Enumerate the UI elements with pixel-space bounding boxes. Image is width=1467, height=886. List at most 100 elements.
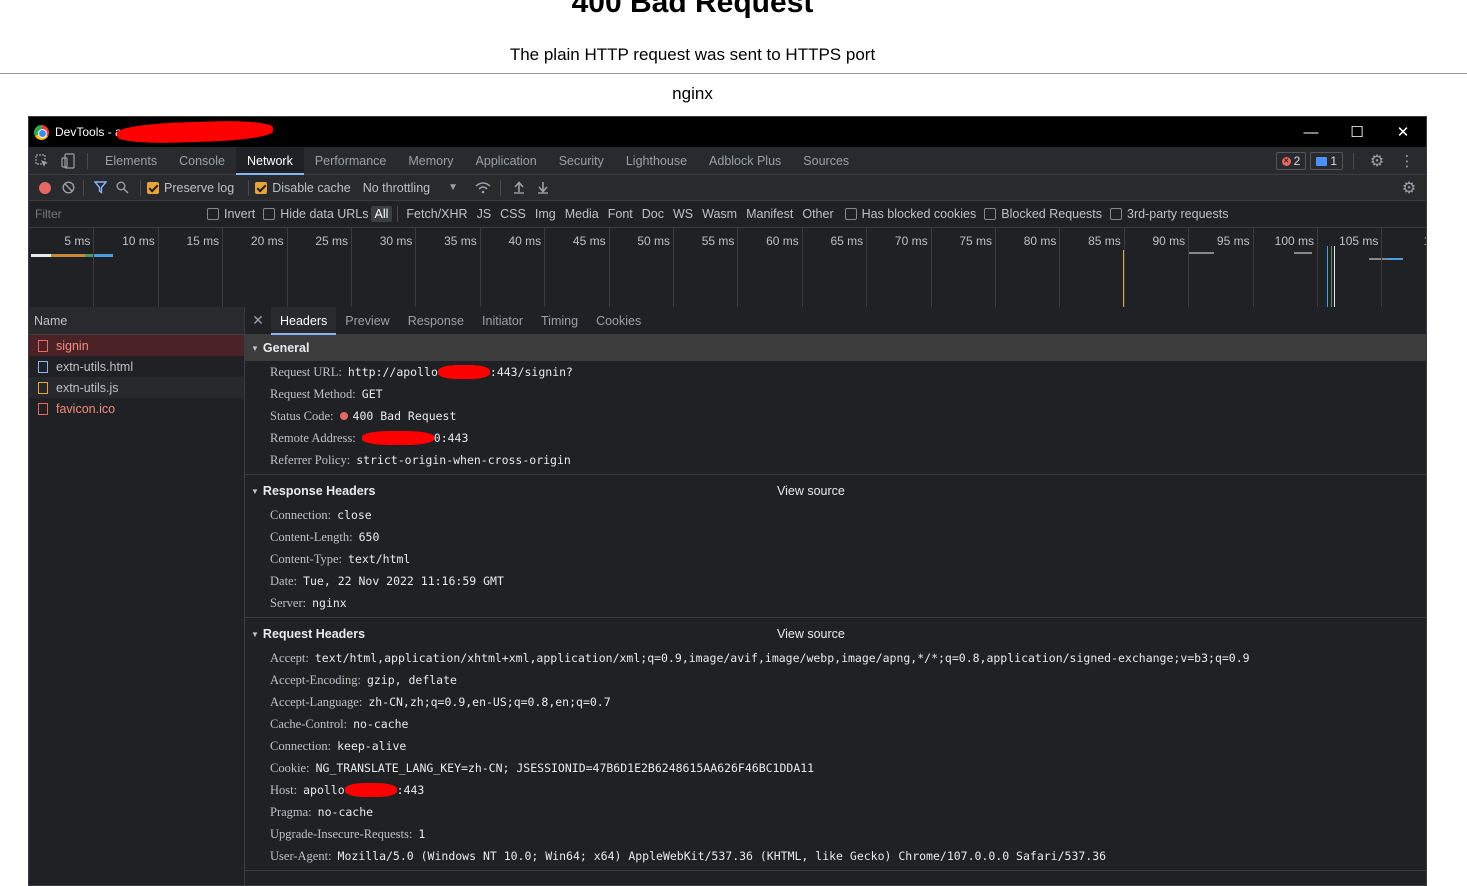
timeline-gridline (415, 228, 417, 308)
filter-type-doc[interactable]: Doc (638, 206, 668, 222)
header-name: User-Agent: (270, 848, 332, 863)
request-row[interactable]: signin (29, 335, 244, 356)
toolbar-separator (83, 179, 84, 196)
overview-bar-multi (1387, 258, 1403, 260)
page-server: nginx (672, 84, 713, 103)
tab-memory[interactable]: Memory (397, 147, 464, 175)
request-row[interactable]: extn-utils.js (29, 377, 244, 398)
device-toolbar-icon[interactable] (55, 147, 81, 175)
header-name: Accept-Encoding: (270, 672, 361, 687)
clear-icon[interactable] (59, 174, 77, 202)
overview-bar-gray (1369, 258, 1387, 260)
settings-gear-icon[interactable]: ⚙ (1364, 147, 1390, 175)
header-name: Connection: (270, 738, 332, 753)
request-row[interactable]: extn-utils.html (29, 356, 244, 377)
network-conditions-icon[interactable] (472, 174, 494, 202)
export-har-icon[interactable] (531, 174, 555, 202)
request-row[interactable]: favicon.ico (29, 398, 244, 419)
maximize-button[interactable]: ☐ (1334, 117, 1380, 147)
filter-type-manifest[interactable]: Manifest (742, 206, 797, 222)
filter-type-wasm[interactable]: Wasm (698, 206, 741, 222)
close-icon[interactable]: ✕ (245, 312, 271, 329)
network-overview-timeline[interactable]: 5 ms 10 ms 15 ms 20 ms 25 ms 30 ms 35 ms 40 ms 4… (29, 228, 1426, 308)
filter-type-font[interactable]: Font (604, 206, 637, 222)
detail-tab-headers[interactable]: Headers (271, 307, 337, 335)
error-counter[interactable]: ✕ 2 (1275, 152, 1307, 170)
response-headers-title: Response Headers (262, 484, 376, 498)
filter-input[interactable] (29, 203, 197, 225)
response-view-source-link[interactable]: View source (777, 484, 845, 498)
tab-network[interactable]: Network (235, 146, 304, 175)
timeline-tick-label: 30 ms (379, 234, 413, 248)
third-party-label: 3rd-party requests (1127, 207, 1229, 221)
tab-adblock-plus[interactable]: Adblock Plus (698, 147, 792, 175)
request-headers-section-header[interactable]: ▼ Request Headers View source (245, 621, 1426, 647)
tab-sources[interactable]: Sources (792, 147, 860, 175)
filter-type-media[interactable]: Media (561, 206, 603, 222)
header-value: text/html,application/xhtml+xml,applicat… (314, 651, 1250, 665)
header-row: Upgrade-Insecure-Requests: 1 (245, 823, 1426, 845)
throttling-select[interactable]: No throttling (363, 181, 430, 195)
hide-data-urls-label: Hide data URLs (280, 207, 369, 221)
name-column-header[interactable]: Name (29, 307, 244, 335)
request-view-source-link[interactable]: View source (777, 627, 845, 641)
detail-tab-cookies[interactable]: Cookies (587, 307, 650, 335)
disable-cache-checkbox[interactable] (255, 181, 268, 194)
html-file-icon (38, 360, 48, 373)
header-value: :443 (396, 783, 425, 797)
header-row: Request Method: GET (245, 383, 1426, 405)
minimize-button[interactable]: — (1288, 117, 1334, 147)
response-headers-section-header[interactable]: ▼ Response Headers View source (245, 478, 1426, 504)
blocked-requests-checkbox[interactable] (984, 208, 997, 220)
import-har-icon[interactable] (507, 174, 531, 202)
timeline-tick-label: 15 ms (186, 234, 220, 248)
header-value: no-cache (317, 805, 374, 819)
timeline-tick-label: 40 ms (508, 234, 542, 248)
invert-label: Invert (224, 207, 256, 221)
network-main-area: Name signin extn-utils.html extn-utils.js f… (29, 307, 1426, 885)
panel-tabs: Elements Console Network Performance Memory A… (94, 146, 860, 175)
tab-lighthouse[interactable]: Lighthouse (615, 147, 698, 175)
filter-type-js[interactable]: JS (473, 206, 496, 222)
overview-load-line (1327, 246, 1328, 308)
tab-security[interactable]: Security (548, 147, 615, 175)
filter-type-other[interactable]: Other (798, 206, 837, 222)
filter-type-css[interactable]: CSS (496, 206, 530, 222)
third-party-checkbox[interactable] (1110, 208, 1123, 220)
timeline-gridline (801, 228, 803, 308)
message-counter[interactable]: 1 (1310, 152, 1343, 170)
tab-application[interactable]: Application (465, 147, 548, 175)
more-options-icon[interactable]: ⋮ (1394, 147, 1420, 175)
invert-checkbox[interactable] (207, 208, 219, 220)
close-button[interactable]: ✕ (1380, 117, 1426, 147)
filter-type-ws[interactable]: WS (669, 206, 697, 222)
detail-tab-initiator[interactable]: Initiator (473, 307, 532, 335)
tab-elements[interactable]: Elements (94, 147, 168, 175)
chevron-down-icon[interactable]: ▼ (448, 182, 458, 193)
header-row: Status Code: 400 Bad Request (245, 405, 1426, 427)
header-value: no-cache (353, 717, 409, 731)
overview-bar-blue (93, 254, 113, 257)
filter-type-fetch-xhr[interactable]: Fetch/XHR (402, 206, 471, 222)
tab-performance[interactable]: Performance (304, 147, 398, 175)
page-title: 400 Bad Request (571, 0, 814, 19)
filter-funnel-icon[interactable] (90, 174, 110, 202)
record-button[interactable] (39, 181, 51, 194)
search-icon[interactable] (110, 174, 134, 202)
overview-bar-gray (1294, 252, 1312, 254)
network-settings-gear-icon[interactable]: ⚙ (1396, 174, 1422, 202)
general-section-header[interactable]: ▼ General (245, 335, 1426, 361)
timeline-gridline (1123, 228, 1125, 308)
timeline-tick-label: 50 ms (637, 234, 670, 248)
detail-tab-timing[interactable]: Timing (532, 307, 587, 335)
detail-tab-preview[interactable]: Preview (336, 307, 398, 335)
filter-type-all[interactable]: All (370, 206, 393, 222)
inspect-icon[interactable] (29, 147, 55, 175)
tab-console[interactable]: Console (168, 147, 236, 175)
detail-tab-response[interactable]: Response (399, 307, 473, 335)
panel-tabs-bar: Elements Console Network Performance Memory A… (29, 146, 1426, 175)
filter-type-img[interactable]: Img (531, 206, 560, 222)
has-blocked-cookies-checkbox[interactable] (844, 208, 857, 220)
hide-data-urls-checkbox[interactable] (263, 208, 276, 220)
preserve-log-checkbox[interactable] (147, 181, 159, 194)
